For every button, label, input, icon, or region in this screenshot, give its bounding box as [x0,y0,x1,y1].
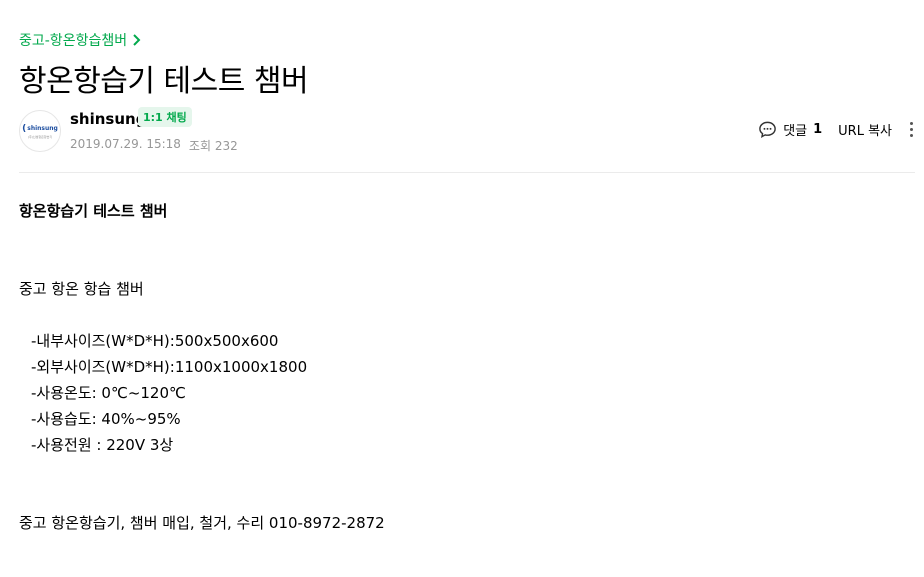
post-actions: 댓글 1 URL 복사 [758,120,914,139]
comment-label: 댓글 [783,124,808,139]
content-heading: 항온항습기 테스트 챔버 [19,202,168,220]
url-copy-button[interactable]: URL 복사 [838,120,892,139]
breadcrumb-link[interactable]: 중고-항온항습챔버 [19,30,141,50]
more-options-icon[interactable] [908,122,914,137]
comment-button[interactable]: 댓글 1 [758,120,822,139]
spec-line: -내부사이즈(W*D*H):500x500x600 [31,332,279,350]
post-meta: 2019.07.29. 15:18 조회 232 [70,137,238,154]
author-name[interactable]: shinsung [70,110,146,128]
comment-count: 1 [813,122,823,137]
spec-line: -외부사이즈(W*D*H):1100x1000x1800 [31,358,308,376]
post-date: 2019.07.29. 15:18 [70,137,181,151]
content-footer: 중고 항온항습기, 챔버 매입, 철거, 수리 010-8972-2872 [19,514,385,532]
chevron-right-icon [133,34,141,46]
content-intro: 중고 항온 항습 챔버 [19,280,144,298]
spec-line: -사용전원 : 220V 3상 [31,436,174,454]
avatar-logo-sub: (주)신성항온항습기 [27,134,53,139]
spec-line: -사용습도: 40%~95% [31,410,181,428]
avatar[interactable]: ( shinsung (주)신성항온항습기 [19,110,61,152]
chat-badge[interactable]: 1:1 채팅 [138,107,192,127]
logo-mark-icon: ( [22,123,27,134]
divider [19,172,915,173]
spec-line: -사용온도: 0℃~120℃ [31,384,186,402]
comment-icon [759,121,777,138]
post-title: 항온항습기 테스트 챔버 [19,64,309,99]
avatar-logo-text: shinsung [27,125,58,132]
breadcrumb-label: 중고-항온항습챔버 [19,33,128,49]
view-count: 조회 232 [188,139,238,153]
